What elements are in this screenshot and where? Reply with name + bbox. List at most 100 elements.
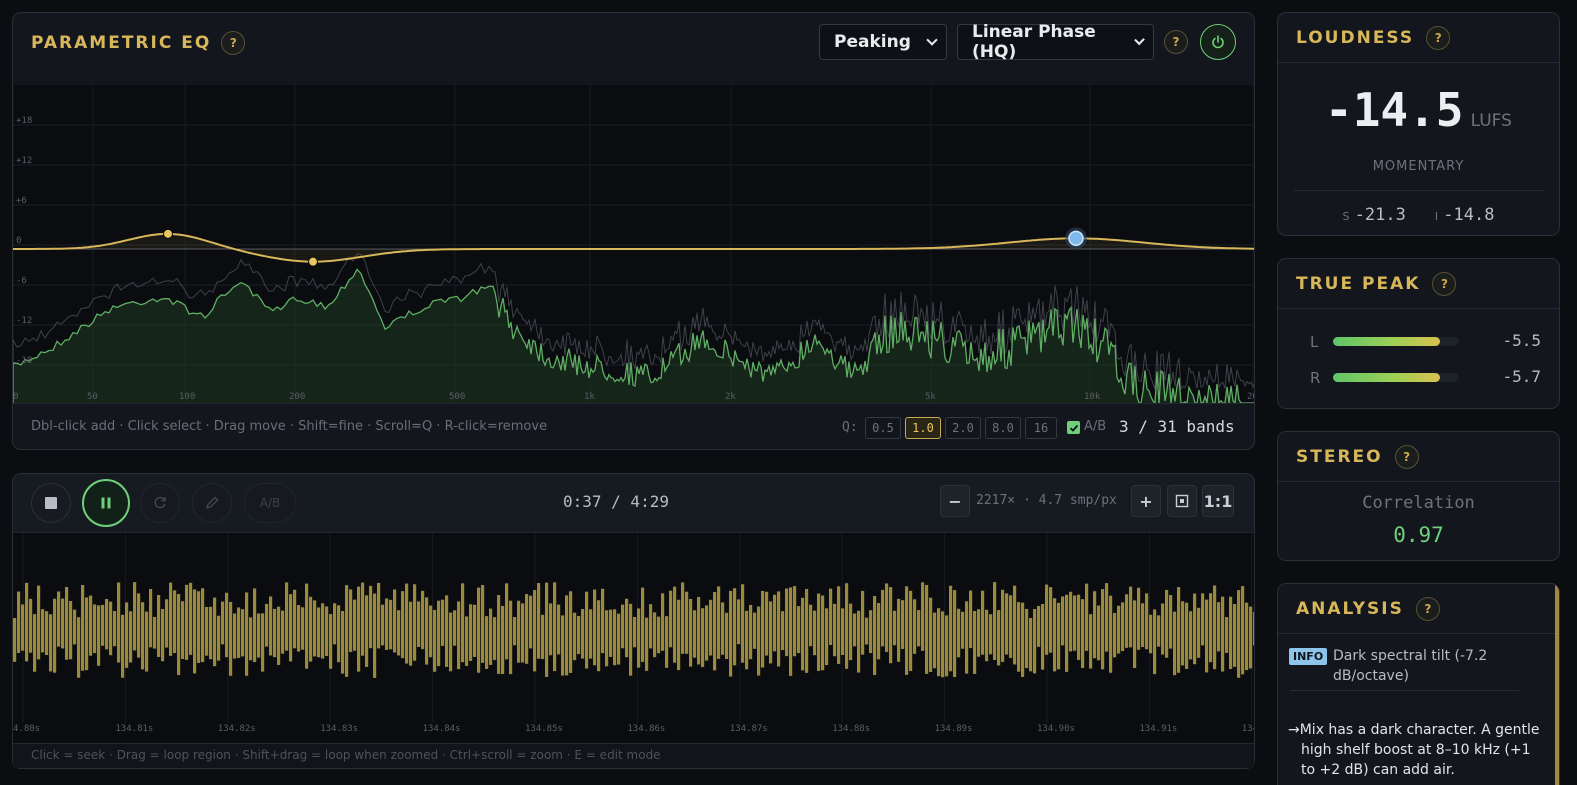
filter-type-value: Peaking xyxy=(834,32,911,52)
waveform-bar xyxy=(761,590,765,668)
loudness-divider xyxy=(1294,190,1543,191)
q-preset-button[interactable]: 0.5 xyxy=(865,417,901,439)
waveform-bar xyxy=(121,614,125,678)
eq-x-tick-label: 5k xyxy=(925,392,936,402)
waveform-bar xyxy=(489,608,493,665)
waveform-bar xyxy=(997,610,1001,666)
waveform-bar xyxy=(865,617,869,645)
loudness-readout: -14.5 LUFS xyxy=(1278,83,1559,137)
waveform-time-label: 134.87s xyxy=(730,724,768,734)
phase-help-icon[interactable]: ? xyxy=(1164,30,1188,54)
waveform-bar xyxy=(569,591,573,673)
eq-panel: PARAMETRIC EQ ? Peaking Linear Phase (HQ… xyxy=(12,12,1255,450)
zoom-out-button[interactable]: − xyxy=(940,485,970,517)
waveform-bar xyxy=(1189,611,1193,660)
eq-band-handle-selected[interactable] xyxy=(1068,230,1084,247)
eq-help-icon[interactable]: ? xyxy=(221,31,246,55)
waveform-bar xyxy=(253,588,257,663)
phase-mode-select[interactable]: Linear Phase (HQ) xyxy=(957,22,1154,62)
loudness-panel: LOUDNESS ? -14.5 LUFS MOMENTARY S -21.3 … xyxy=(1277,12,1560,236)
peak-meter-fill xyxy=(1333,373,1441,382)
analysis-header: ANALYSIS ? xyxy=(1278,584,1559,634)
waveform-bar xyxy=(753,612,757,649)
waveform-bar xyxy=(201,588,205,663)
eq-y-tick-label: -12 xyxy=(16,316,32,326)
waveform-bar xyxy=(249,617,253,661)
waveform-bar xyxy=(977,609,981,657)
filter-type-select[interactable]: Peaking xyxy=(819,24,947,60)
eq-power-button[interactable] xyxy=(1200,24,1236,60)
loudness-help-icon[interactable]: ? xyxy=(1426,25,1451,50)
waveform-bar xyxy=(581,608,585,659)
waveform-bar xyxy=(817,593,821,671)
waveform-bar xyxy=(61,598,65,649)
waveform-bar xyxy=(577,615,581,655)
eq-graph[interactable]: +18 +12 +6 0 -6 -12 -18 0 50 100 200 500 1k 2k 5k 10k 2… xyxy=(13,85,1255,403)
analysis-help-icon[interactable]: ? xyxy=(1415,596,1440,621)
waveform-bar xyxy=(549,603,553,656)
waveform-bar xyxy=(149,588,153,648)
waveform-bar xyxy=(53,598,57,673)
stereo-help-icon[interactable]: ? xyxy=(1394,444,1419,469)
waveform-bar xyxy=(793,586,797,657)
waveform-bar xyxy=(1117,605,1121,654)
waveform-bar xyxy=(877,603,881,660)
waveform-bar xyxy=(853,613,857,647)
waveform-bar xyxy=(1193,593,1197,665)
eq-band-handle[interactable] xyxy=(308,256,318,267)
waveform-bar xyxy=(957,608,961,658)
waveform-bar xyxy=(1125,594,1129,648)
eq-y-tick-label: +12 xyxy=(16,156,32,166)
waveform-bar xyxy=(557,604,561,655)
waveform-bar xyxy=(245,592,249,676)
waveform-bar xyxy=(677,599,681,671)
waveform-bar xyxy=(1097,605,1101,661)
ab-checkbox[interactable] xyxy=(1067,421,1080,434)
waveform-bar xyxy=(885,583,889,652)
waveform-bar xyxy=(473,604,477,657)
waveform-bar xyxy=(729,590,733,677)
analysis-scrollbar[interactable] xyxy=(1555,584,1559,785)
waveform-bar xyxy=(665,616,669,668)
eq-y-tick-label: 0 xyxy=(16,236,21,246)
waveform-bar xyxy=(713,592,717,671)
waveform-bar xyxy=(1077,594,1081,660)
waveform-bar xyxy=(1129,586,1133,648)
waveform-time-label: 134.89s xyxy=(935,724,973,734)
q-preset-button[interactable]: 2.0 xyxy=(945,417,981,439)
waveform-bar xyxy=(181,601,185,659)
q-preset-button[interactable]: 16 xyxy=(1025,417,1057,439)
waveform-bar xyxy=(241,609,245,657)
waveform-view[interactable]: 4.80s 134.81s 134.82s 134.83s 134.84s 134.85s… xyxy=(13,533,1254,743)
eq-band-handle[interactable] xyxy=(163,228,173,239)
stop-button[interactable] xyxy=(31,483,71,523)
zoom-fit-button[interactable] xyxy=(1167,485,1197,517)
q-preset-button[interactable]: 8.0 xyxy=(985,417,1021,439)
loop-button[interactable] xyxy=(140,483,180,523)
pause-button[interactable] xyxy=(82,479,130,527)
true-peak-help-icon[interactable]: ? xyxy=(1432,271,1457,296)
loudness-mode: MOMENTARY xyxy=(1372,159,1465,174)
zoom-one-to-one-button[interactable]: 1:1 xyxy=(1202,485,1234,517)
ab-compare-button[interactable]: A/B xyxy=(244,483,296,523)
loudness-secondary: S -21.3 I -14.8 xyxy=(1278,205,1559,225)
q-preset-button[interactable]: 1.0 xyxy=(905,417,941,439)
edit-button[interactable] xyxy=(192,483,232,523)
waveform-bar xyxy=(389,599,393,650)
eq-y-tick-label: +6 xyxy=(16,196,27,206)
waveform-bar xyxy=(113,611,117,647)
phase-mode-value: Linear Phase (HQ) xyxy=(972,22,1096,62)
waveform-bar xyxy=(145,611,149,672)
zoom-in-button[interactable]: + xyxy=(1131,485,1161,517)
waveform-bar xyxy=(701,608,705,668)
waveform-bar xyxy=(461,583,465,663)
waveform-hint: Click = seek · Drag = loop region · Shif… xyxy=(31,748,661,762)
waveform-bar xyxy=(813,610,817,656)
peak-meter-row: R -5.7 xyxy=(1278,367,1559,391)
waveform-bar xyxy=(841,608,845,655)
eq-x-tick-label: 2k xyxy=(725,392,736,402)
zoom-one-label: 1:1 xyxy=(1203,491,1233,511)
waveform-bar xyxy=(1241,586,1245,675)
chevron-down-icon xyxy=(926,34,938,46)
waveform-bar xyxy=(1181,601,1185,666)
